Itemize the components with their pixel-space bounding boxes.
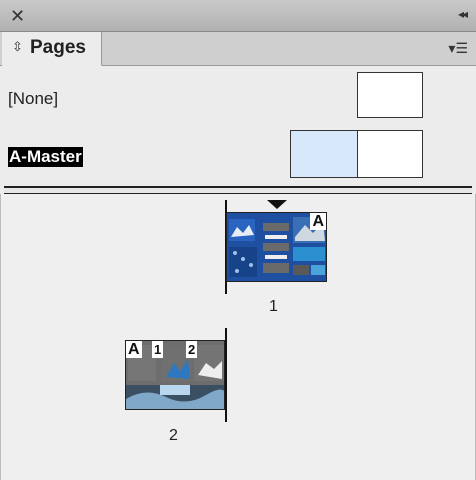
panel-tab-row: ⇳ Pages ▾☰ [0,32,476,66]
master-a-label[interactable]: A-Master [8,147,83,167]
masters-pages-divider[interactable] [4,186,472,194]
spread-spine [225,328,227,422]
master-a-right-thumbnail[interactable] [357,130,423,178]
tab-pages[interactable]: ⇳ Pages [2,32,102,66]
page-2-slot-number-2: 2 [186,341,198,358]
page-2-slot-number-1: 1 [152,341,164,358]
page-2-master-prefix: A [126,341,142,358]
close-icon[interactable]: ✕ [10,6,25,27]
collapse-panel-icon[interactable]: ◂◂ [458,7,468,21]
page-1-number: 1 [269,298,278,315]
master-a-left-thumbnail[interactable] [290,130,358,178]
master-none-label[interactable]: [None] [8,89,58,109]
masters-section: [None] A-Master [0,67,476,184]
tab-pages-label: Pages [30,37,86,58]
page-1-master-prefix: A [310,213,326,230]
current-spread-indicator-icon [267,200,287,209]
panel-menu-icon[interactable]: ▾☰ [448,40,468,57]
sort-arrows-icon: ⇳ [12,39,23,54]
page-2-number: 2 [169,427,178,444]
panel-titlebar: ✕ ◂◂ [0,0,476,32]
master-none-thumbnail[interactable] [357,72,423,118]
page-1-thumbnail[interactable]: A [226,212,327,282]
page-2-thumbnail[interactable]: A 1 2 [125,340,225,410]
pages-section: A 1 A 1 2 2 [0,194,476,480]
